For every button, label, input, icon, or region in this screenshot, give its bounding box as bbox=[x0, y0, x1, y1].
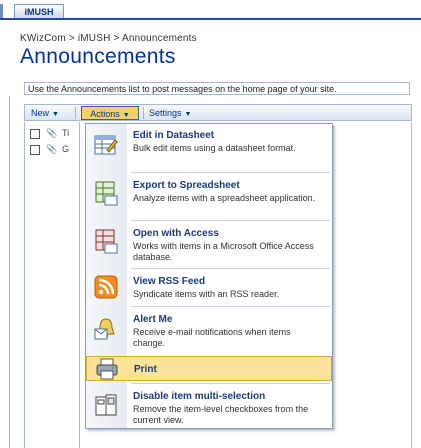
chevron-down-icon: ▼ bbox=[52, 111, 59, 118]
disable-selection-icon bbox=[95, 394, 117, 416]
left-nav-border bbox=[9, 96, 10, 448]
menu-separator bbox=[131, 268, 330, 269]
menu-item-disable-multi-selection[interactable]: Disable item multi-selection Remove the … bbox=[86, 385, 332, 427]
actions-menu-button[interactable]: Actions ▼ bbox=[81, 106, 139, 120]
datasheet-icon bbox=[94, 135, 118, 155]
row-checkbox[interactable] bbox=[30, 129, 40, 139]
tab-strip-underline bbox=[0, 18, 421, 20]
actions-dropdown-menu: Edit in Datasheet Bulk edit items using … bbox=[85, 123, 333, 429]
list-description: Use the Announcements list to post messa… bbox=[24, 82, 410, 95]
menu-item-view-rss-feed[interactable]: View RSS Feed Syndicate items with an RS… bbox=[86, 270, 332, 304]
menu-item-title: Alert Me bbox=[133, 314, 173, 325]
menu-item-title: Edit in Datasheet bbox=[133, 130, 215, 141]
menu-separator bbox=[131, 172, 330, 173]
menu-item-export-to-spreadsheet[interactable]: Export to Spreadsheet Analyze items with… bbox=[86, 174, 332, 218]
list-view: 📎 Ti 📎 G bbox=[24, 122, 86, 448]
alert-bell-icon bbox=[94, 318, 115, 340]
chevron-down-icon: ▼ bbox=[184, 111, 192, 118]
breadcrumb[interactable]: KWizCom > iMUSH > Announcements bbox=[20, 33, 197, 44]
toolbar-divider bbox=[143, 107, 144, 119]
row-title[interactable]: G bbox=[62, 144, 69, 154]
new-label: New bbox=[31, 108, 50, 118]
menu-item-description: Receive e-mail notifications when items … bbox=[133, 327, 291, 348]
attachment-icon: 📎 bbox=[46, 144, 58, 154]
menu-item-title: Open with Access bbox=[133, 228, 219, 239]
menu-separator bbox=[131, 383, 330, 384]
menu-item-description: Syndicate items with an RSS reader. bbox=[133, 289, 280, 299]
menu-item-description: Remove the item-level checkboxes from th… bbox=[133, 404, 309, 425]
menu-item-title: Export to Spreadsheet bbox=[133, 180, 240, 191]
attachment-icon: 📎 bbox=[46, 128, 58, 138]
top-tab-strip: iMUSH bbox=[0, 0, 421, 20]
menu-item-alert-me[interactable]: Alert Me Receive e-mail notifications wh… bbox=[86, 308, 332, 354]
settings-menu-button[interactable]: Settings ▼ bbox=[149, 106, 209, 120]
menu-item-title: Disable item multi-selection bbox=[133, 391, 266, 402]
rss-icon bbox=[94, 275, 118, 299]
menu-item-title: Print bbox=[134, 364, 157, 375]
list-toolbar: New ▼ Actions ▼ Settings ▼ bbox=[24, 104, 412, 121]
menu-item-description: Works with items in a Microsoft Office A… bbox=[133, 241, 314, 262]
access-icon bbox=[95, 229, 118, 254]
menu-item-title: View RSS Feed bbox=[133, 276, 206, 287]
toolbar-divider bbox=[75, 107, 76, 119]
menu-separator bbox=[131, 220, 330, 221]
spreadsheet-icon bbox=[95, 181, 118, 206]
row-checkbox[interactable] bbox=[30, 145, 40, 155]
menu-item-edit-in-datasheet[interactable]: Edit in Datasheet Bulk edit items using … bbox=[86, 124, 332, 170]
settings-label: Settings bbox=[149, 108, 182, 118]
new-menu-button[interactable]: New ▼ bbox=[31, 106, 71, 120]
row-title[interactable]: Ti bbox=[62, 128, 69, 138]
tab-imush[interactable]: iMUSH bbox=[14, 4, 64, 19]
menu-item-description: Bulk edit items using a datasheet format… bbox=[133, 143, 296, 153]
menu-item-open-with-access[interactable]: Open with Access Works with items in a M… bbox=[86, 222, 332, 266]
print-icon bbox=[96, 358, 118, 380]
page-title: Announcements bbox=[20, 45, 176, 68]
actions-label: Actions bbox=[90, 109, 120, 119]
menu-separator bbox=[131, 306, 330, 307]
tab-strip-edge bbox=[0, 4, 3, 18]
menu-item-description: Analyze items with a spreadsheet applica… bbox=[133, 193, 316, 203]
menu-item-print[interactable]: Print bbox=[86, 356, 332, 381]
chevron-down-icon: ▼ bbox=[122, 112, 130, 119]
